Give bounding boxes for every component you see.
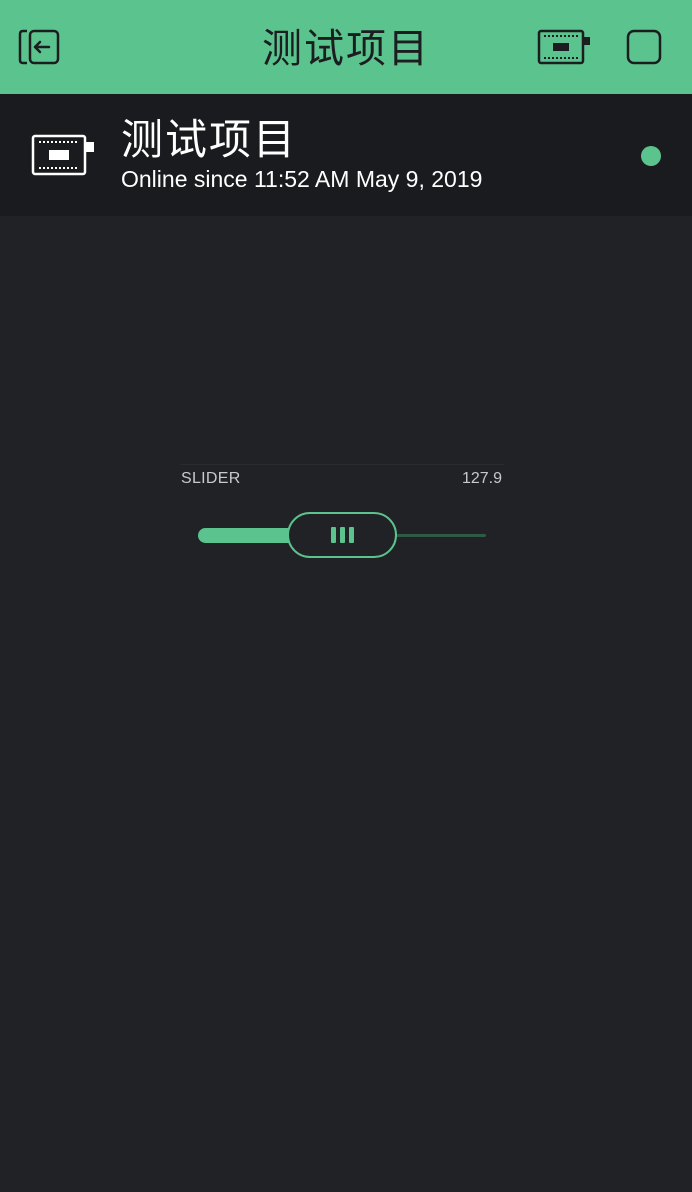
slider-value: 127.9 (461, 470, 502, 487)
exit-button[interactable] (12, 0, 68, 94)
device-board-icon (31, 134, 94, 176)
slider-thumb[interactable] (287, 512, 397, 558)
device-status: Online since 11:52 AM May 9, 2019 (121, 166, 483, 192)
stop-button[interactable] (620, 0, 668, 94)
online-status-indicator (641, 146, 661, 166)
device-board-icon (537, 29, 590, 65)
device-button[interactable] (532, 0, 596, 94)
page-title: 测试项目 (262, 26, 430, 72)
device-name: 测试项目 (121, 115, 298, 164)
grip-icon (330, 527, 354, 543)
app-toolbar: 测试项目 (0, 0, 692, 94)
slider-label: SLIDER (181, 470, 241, 487)
exit-icon (18, 29, 60, 65)
slider-widget: SLIDER 127.9 (180, 462, 504, 572)
device-header[interactable]: 测试项目 Online since 11:52 AM May 9, 2019 (0, 94, 692, 216)
stop-icon (626, 29, 662, 65)
widget-divider (180, 464, 504, 465)
